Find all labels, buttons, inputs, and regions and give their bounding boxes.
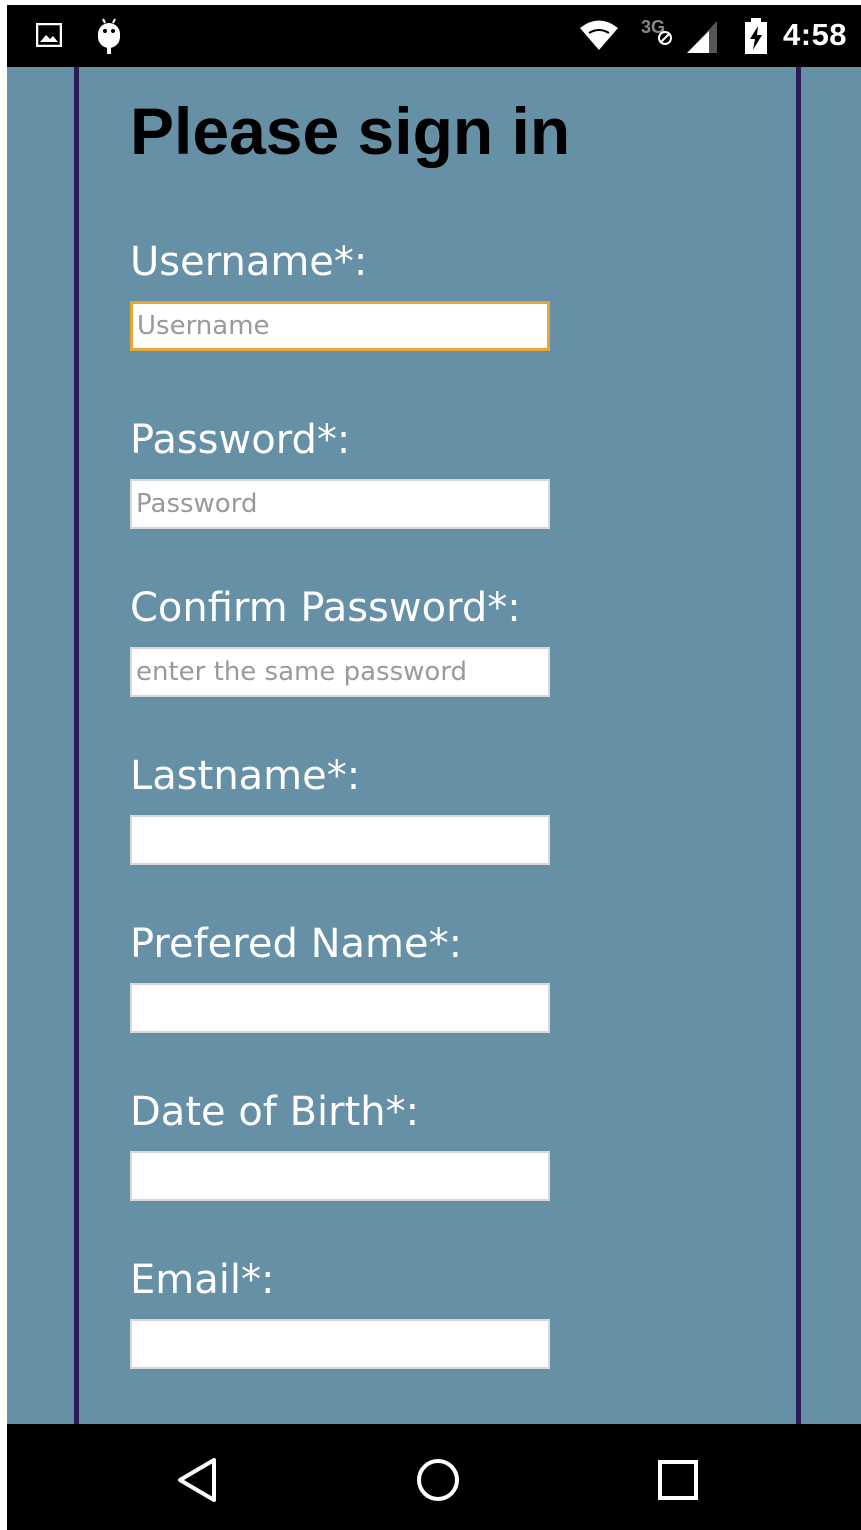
android-debug-icon	[98, 18, 120, 54]
password-field-group: Password*:	[130, 415, 730, 529]
wifi-icon	[580, 20, 618, 50]
sign-in-page: Please sign in Username*: Password*: Con…	[7, 67, 861, 1424]
date-of-birth-label: Date of Birth*:	[130, 1089, 420, 1135]
confirm-password-input[interactable]	[130, 647, 550, 697]
page-title: Please sign in	[130, 94, 571, 168]
prefered-name-input[interactable]	[130, 983, 550, 1033]
lastname-field-group: Lastname*:	[130, 751, 730, 865]
password-input[interactable]	[130, 479, 550, 529]
date-of-birth-input[interactable]	[130, 1151, 550, 1201]
home-icon[interactable]	[410, 1452, 466, 1508]
network-3g-icon: 3G	[641, 17, 672, 45]
confirm-password-label: Confirm Password*:	[130, 585, 521, 631]
right-border-rail	[796, 67, 801, 1424]
recents-icon[interactable]	[650, 1452, 706, 1508]
username-label: Username*:	[130, 239, 368, 285]
gallery-icon	[36, 23, 62, 47]
prefered-name-label: Prefered Name*:	[130, 921, 463, 967]
cell-signal-icon	[687, 21, 717, 53]
back-icon[interactable]	[170, 1452, 226, 1508]
lastname-input[interactable]	[130, 815, 550, 865]
navigation-bar	[7, 1424, 861, 1530]
lastname-label: Lastname*:	[130, 753, 361, 799]
left-border-rail	[74, 67, 79, 1424]
email-input[interactable]	[130, 1319, 550, 1369]
email-label: Email*:	[130, 1257, 275, 1303]
username-input[interactable]	[130, 301, 550, 351]
email-field-group: Email*:	[130, 1255, 730, 1369]
password-label: Password*:	[130, 417, 351, 463]
prefered-name-field-group: Prefered Name*:	[130, 919, 730, 1033]
date-of-birth-field-group: Date of Birth*:	[130, 1087, 730, 1201]
confirm-password-field-group: Confirm Password*:	[130, 583, 730, 697]
status-time: 4:58	[783, 17, 848, 52]
phone-screen: 3G 4:58 Please sign in Username*: Passwo…	[7, 5, 861, 1530]
battery-charging-icon	[745, 18, 767, 54]
username-field-group: Username*:	[130, 237, 730, 351]
status-bar: 3G 4:58	[7, 5, 861, 67]
